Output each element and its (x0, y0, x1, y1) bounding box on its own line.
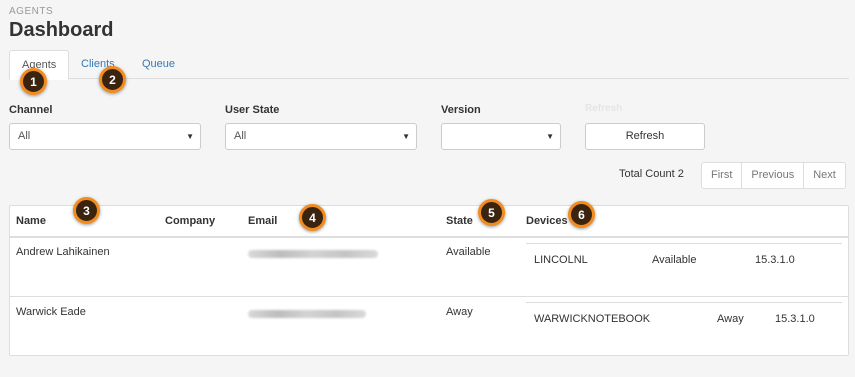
device-version: 15.3.1.0 (755, 254, 795, 266)
step-marker-3: 3 (73, 197, 100, 224)
device-name: WARWICKNOTEBOOK (534, 313, 651, 325)
refresh-hint: Refresh (585, 103, 623, 114)
step-marker-1: 1 (20, 68, 47, 95)
step-marker-6: 6 (568, 201, 595, 228)
column-header-name[interactable]: Name (16, 215, 46, 227)
agent-name: Andrew Lahikainen (16, 246, 110, 258)
previous-page-button[interactable]: Previous (742, 163, 805, 188)
device-state: Available (652, 254, 697, 266)
channel-select-value: All (18, 130, 31, 142)
total-count: Total Count 2 (619, 168, 684, 180)
caret-down-icon: ▼ (546, 132, 554, 141)
step-marker-5: 5 (478, 199, 505, 226)
channel-label: Channel (9, 104, 53, 116)
redacted-email (248, 310, 366, 318)
step-marker-4: 4 (299, 204, 326, 231)
agents-table: Name Company Email State Devices Andrew … (9, 205, 849, 356)
column-header-devices[interactable]: Devices (526, 215, 568, 227)
user-state-select[interactable]: All ▼ (225, 123, 417, 150)
pagination: First Previous Next (701, 162, 846, 189)
version-select[interactable]: ▼ (441, 123, 561, 150)
channel-select[interactable]: All ▼ (9, 123, 201, 150)
refresh-button[interactable]: Refresh (585, 123, 705, 150)
breadcrumb: AGENTS (9, 6, 54, 17)
tab-queue[interactable]: Queue (130, 50, 187, 79)
device-name: LINCOLNL (534, 254, 588, 266)
user-state-select-value: All (234, 130, 247, 142)
agent-name: Warwick Eade (16, 306, 86, 318)
device-version: 15.3.1.0 (775, 313, 815, 325)
column-header-email[interactable]: Email (248, 215, 277, 227)
step-marker-2: 2 (99, 66, 126, 93)
device-list: LINCOLNL Available 15.3.1.0 (526, 243, 842, 283)
first-page-button[interactable]: First (702, 163, 743, 188)
caret-down-icon: ▼ (186, 132, 194, 141)
column-header-company[interactable]: Company (165, 215, 215, 227)
device-state: Away (717, 313, 744, 325)
redacted-email (248, 250, 378, 258)
device-list: WARWICKNOTEBOOK Away 15.3.1.0 (526, 302, 842, 342)
page-title: Dashboard (9, 19, 114, 41)
agent-state: Available (446, 246, 491, 258)
row-divider (10, 296, 848, 297)
column-header-state[interactable]: State (446, 215, 473, 227)
next-page-button[interactable]: Next (804, 163, 845, 188)
caret-down-icon: ▼ (402, 132, 410, 141)
tab-bar: Agents Clients Queue (9, 50, 849, 80)
version-label: Version (441, 104, 481, 116)
agent-state: Away (446, 306, 473, 318)
header-divider (10, 236, 848, 238)
user-state-label: User State (225, 104, 280, 116)
